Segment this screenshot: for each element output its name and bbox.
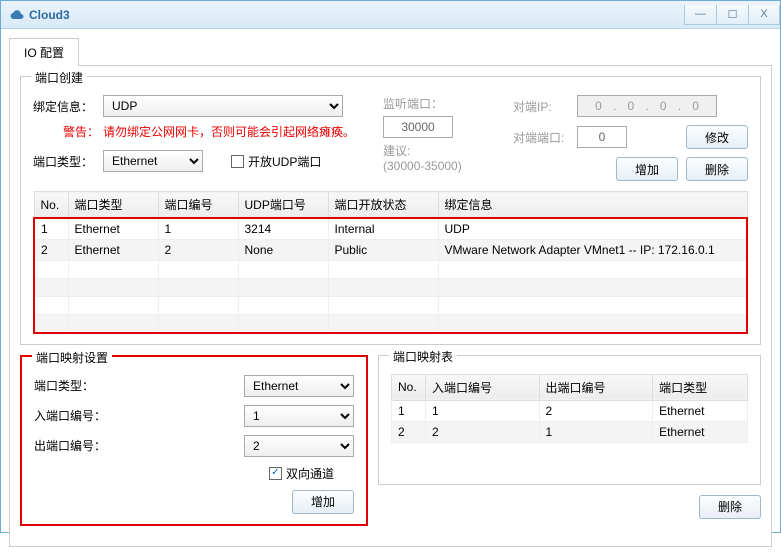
content-area: IO 配置 端口创建 绑定信息： UDP 警告： 请勿绑定公网网卡，否则可能会引: [1, 29, 780, 555]
tab-io-config[interactable]: IO 配置: [9, 38, 79, 66]
maximize-button[interactable]: ☐: [716, 5, 748, 25]
map-table-legend: 端口映射表: [389, 348, 457, 365]
map-out-select[interactable]: 2: [244, 435, 354, 457]
modify-button[interactable]: 修改: [686, 125, 748, 149]
bidi-label: 双向通道: [286, 465, 334, 482]
peer-port-input[interactable]: [577, 126, 627, 148]
map-porttype-select[interactable]: Ethernet: [244, 375, 354, 397]
col-type: 端口类型: [68, 192, 158, 219]
bidi-checkbox[interactable]: [269, 467, 282, 480]
port-create-legend: 端口创建: [31, 69, 87, 86]
map-table: No. 入端口编号 出端口编号 端口类型 112Ethernet 221Ethe…: [391, 374, 748, 443]
port-create-top: 绑定信息： UDP 警告： 请勿绑定公网网卡，否则可能会引起网络瘫痪。 端口类型…: [33, 95, 748, 181]
listen-port-label: 监听端口：: [383, 95, 443, 112]
port-type-select[interactable]: Ethernet: [103, 150, 203, 172]
minimize-button[interactable]: —: [684, 5, 716, 25]
table-row[interactable]: 112Ethernet: [392, 400, 748, 421]
listen-port-input[interactable]: [383, 116, 453, 138]
port-table: No. 端口类型 端口编号 UDP端口号 端口开放状态 绑定信息 1Ethern…: [33, 191, 748, 334]
map-table-wrap: 端口映射表 No. 入端口编号 出端口编号 端口类型 112Ethernet 2…: [378, 355, 761, 536]
bottom-row: 端口映射设置 端口类型： Ethernet 入端口编号： 1 出端口编号：: [20, 355, 761, 536]
col-num: 端口编号: [158, 192, 238, 219]
suggest-label: 建议:: [383, 142, 410, 159]
col-open: 端口开放状态: [328, 192, 438, 219]
peer-port-label: 对端端口:: [513, 129, 577, 146]
map-settings-group: 端口映射设置 端口类型： Ethernet 入端口编号： 1 出端口编号：: [20, 355, 368, 526]
map-settings-legend: 端口映射设置: [32, 349, 112, 366]
suggest-range: (30000-35000): [383, 159, 462, 173]
map-in-select[interactable]: 1: [244, 405, 354, 427]
warning-text: 请勿绑定公网网卡，否则可能会引起网络瘫痪。: [103, 123, 355, 140]
app-window: Cloud3 — ☐ X IO 配置 端口创建 绑定信息： UDP: [0, 0, 781, 533]
open-udp-checkbox[interactable]: [231, 155, 244, 168]
col-bind: 绑定信息: [438, 192, 747, 219]
open-udp-label: 开放UDP端口: [248, 153, 321, 170]
map-delete-button[interactable]: 删除: [699, 495, 761, 519]
add-port-button[interactable]: 增加: [616, 157, 678, 181]
port-create-group: 端口创建 绑定信息： UDP 警告： 请勿绑定公网网卡，否则可能会引起网络瘫痪。: [20, 76, 761, 345]
peer-ip-input[interactable]: 0. 0. 0. 0: [577, 95, 717, 117]
tab-strip: IO 配置: [9, 37, 772, 65]
warning-label: 警告：: [33, 123, 103, 140]
map-porttype-label: 端口类型：: [34, 377, 124, 394]
window-controls: — ☐ X: [684, 5, 780, 25]
col-udp: UDP端口号: [238, 192, 328, 219]
port-type-label: 端口类型：: [33, 153, 103, 170]
peer-ip-label: 对端IP:: [513, 98, 577, 115]
titlebar: Cloud3 — ☐ X: [1, 1, 780, 29]
bind-info-label: 绑定信息：: [33, 98, 103, 115]
table-row[interactable]: 2Ethernet2NonePublicVMware Network Adapt…: [34, 240, 747, 261]
close-button[interactable]: X: [748, 5, 780, 25]
map-in-label: 入端口编号：: [34, 407, 124, 424]
map-table-group: 端口映射表 No. 入端口编号 出端口编号 端口类型 112Ethernet 2…: [378, 355, 761, 485]
map-add-button[interactable]: 增加: [292, 490, 354, 514]
col-no: No.: [34, 192, 68, 219]
bind-info-select[interactable]: UDP: [103, 95, 343, 117]
tab-body: 端口创建 绑定信息： UDP 警告： 请勿绑定公网网卡，否则可能会引起网络瘫痪。: [9, 65, 772, 547]
map-out-label: 出端口编号：: [34, 437, 124, 454]
delete-port-button[interactable]: 删除: [686, 157, 748, 181]
table-row[interactable]: 221Ethernet: [392, 421, 748, 442]
port-table-body: 1Ethernet13214InternalUDP 2Ethernet2None…: [34, 218, 747, 333]
app-icon: [9, 7, 25, 23]
window-title: Cloud3: [29, 8, 684, 22]
table-row[interactable]: 1Ethernet13214InternalUDP: [34, 218, 747, 240]
